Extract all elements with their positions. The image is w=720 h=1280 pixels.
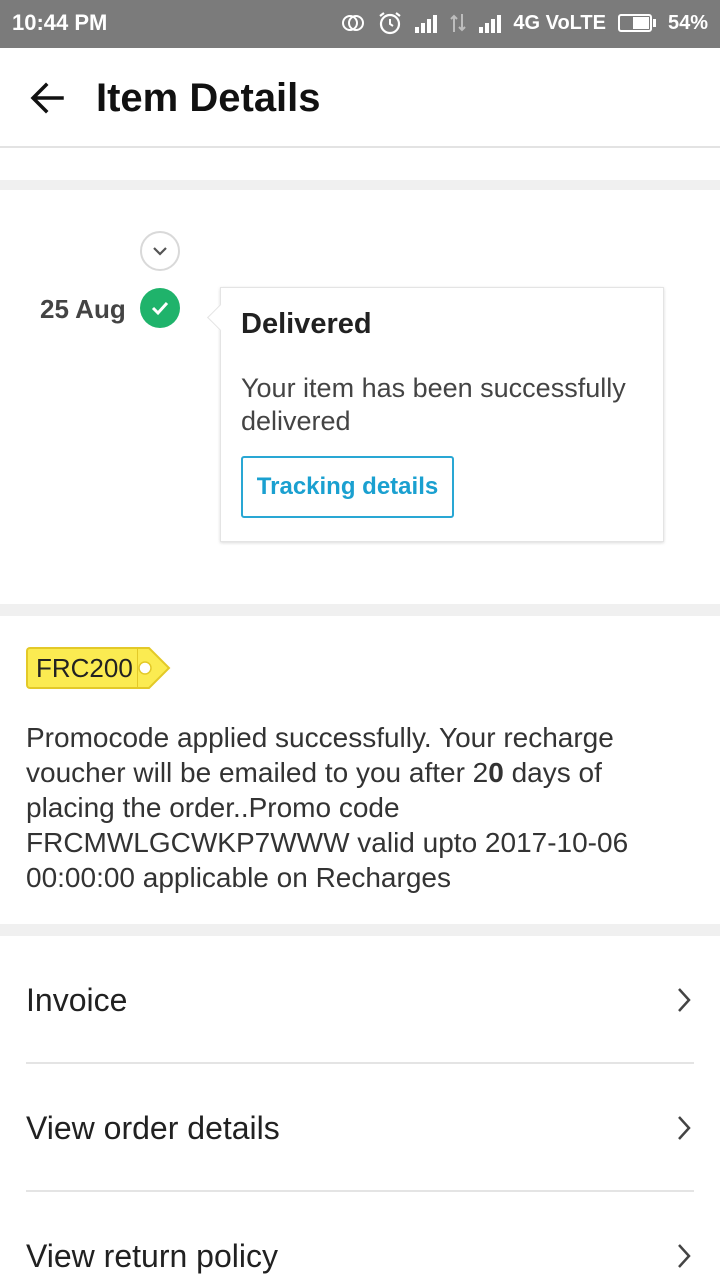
app-bar: Item Details — [0, 48, 720, 148]
invoice-link[interactable]: Invoice — [26, 936, 694, 1064]
chevron-right-icon — [678, 1244, 691, 1268]
data-arrows-icon — [450, 14, 467, 32]
timeline-date: 25 Aug — [40, 294, 126, 324]
sync-icon — [342, 15, 365, 31]
expand-timeline-button[interactable] — [140, 231, 180, 271]
delivery-status: Delivered — [241, 308, 372, 340]
section-divider — [0, 180, 720, 190]
chevron-right-icon — [678, 1116, 691, 1140]
battery-percent: 54% — [667, 11, 708, 34]
delivery-description: Your item has been successfully delivere… — [241, 373, 626, 436]
signal-icon — [415, 13, 438, 33]
status-icons: 4G VoLTE 54% — [341, 10, 708, 36]
delivered-check-icon — [140, 288, 180, 328]
view-return-policy-link[interactable]: View return policy — [26, 1192, 694, 1280]
list-item-label: View order details — [26, 1109, 280, 1146]
back-arrow-icon[interactable] — [26, 76, 70, 120]
status-time: 10:44 PM — [12, 10, 108, 35]
tag-icon — [136, 647, 171, 689]
section-divider — [0, 604, 720, 616]
status-bar: 10:44 PM 4G VoLTE 54% — [0, 0, 720, 48]
tracking-details-button[interactable]: Tracking details — [241, 456, 454, 518]
promo-text-bold: 0 — [488, 757, 504, 788]
section-divider — [0, 924, 720, 936]
promo-code: FRC200 — [26, 647, 137, 689]
promo-message: Promocode applied successfully. Your rec… — [26, 720, 696, 895]
network-label: 4G VoLTE — [513, 11, 606, 34]
promo-code-tag: FRC200 — [26, 647, 171, 689]
battery-icon — [617, 14, 656, 32]
delivery-status-card: Delivered Your item has been successfull… — [220, 287, 664, 542]
list-item-label: View return policy — [26, 1237, 278, 1274]
view-order-details-link[interactable]: View order details — [26, 1064, 694, 1192]
signal-icon-2 — [479, 13, 502, 33]
list-item-label: Invoice — [26, 981, 128, 1018]
page-title: Item Details — [96, 76, 321, 120]
chevron-right-icon — [678, 988, 691, 1012]
alarm-icon — [379, 12, 402, 35]
chevron-down-icon — [153, 247, 167, 256]
